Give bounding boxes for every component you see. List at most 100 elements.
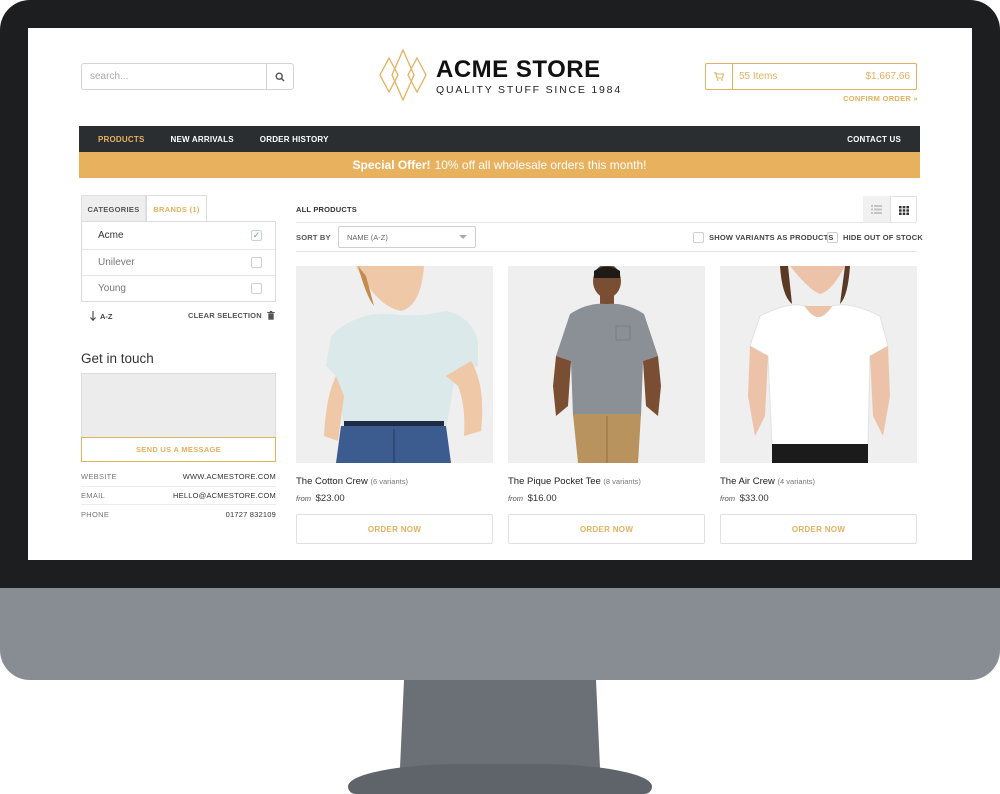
hide-out-of-stock-option[interactable]: HIDE OUT OF STOCK [827,232,923,243]
send-message-button[interactable]: SEND US A MESSAGE [81,437,276,462]
brand-list: Acme ✓ Unilever Young [81,221,276,302]
cart-total: $1,667.66 [865,71,911,82]
main-nav: PRODUCTS NEW ARRIVALS ORDER HISTORY CONT… [79,126,920,152]
search-box [81,63,294,90]
products-heading: ALL PRODUCTS [296,205,358,214]
price-prefix: from [508,494,523,503]
logo-tagline: QUALITY STUFF SINCE 1984 [436,84,622,96]
contact-row-website: WEBSITE WWW.ACMESTORE.COM [81,468,276,487]
order-now-button[interactable]: ORDER NOW [720,514,917,544]
show-variants-checkbox[interactable] [693,232,704,243]
order-now-button[interactable]: ORDER NOW [508,514,705,544]
logo-title: ACME STORE [436,56,601,83]
store-logo[interactable]: ACME STORE QUALITY STUFF SINCE 1984 [378,48,620,108]
hide-out-of-stock-label: HIDE OUT OF STOCK [843,233,923,242]
product-card: The Air Crew (4 variants) from $33.00 OR… [720,266,917,544]
product-variants: (8 variants) [603,477,641,486]
grid-view-icon [898,205,909,215]
product-image[interactable] [720,266,917,463]
air-crew-photo [720,266,917,463]
nav-item-new-arrivals[interactable]: NEW ARRIVALS [158,135,247,144]
cart-icon-box [706,64,733,89]
product-name[interactable]: The Air Crew [720,476,775,487]
contact-label: WEBSITE [81,472,117,482]
product-price: from $16.00 [508,493,705,504]
screen: ACME STORE QUALITY STUFF SINCE 1984 55 I… [28,28,972,560]
product-image[interactable] [296,266,493,463]
hide-out-of-stock-checkbox[interactable] [827,232,838,243]
contact-label: PHONE [81,509,110,519]
price-value: $23.00 [315,493,345,504]
product-name[interactable]: The Cotton Crew [296,476,368,487]
confirm-order-link[interactable]: CONFIRM ORDER » [818,94,918,103]
contact-row-phone: PHONE 01727 832109 [81,505,276,524]
cart-item-count: 55 Items [739,71,778,82]
nav-item-order-history[interactable]: ORDER HISTORY [247,135,342,144]
grid-view-button[interactable] [890,196,917,223]
special-offer-banner: Special Offer! 10% off all wholesale ord… [79,152,920,178]
cart-summary[interactable]: 55 Items $1,667.66 [705,63,917,90]
brand-label: Unilever [98,256,135,268]
list-view-icon [871,205,882,214]
diamond-logo-icon [379,48,427,102]
tab-categories[interactable]: CATEGORIES [81,195,146,222]
contact-label: EMAIL [81,490,106,500]
product-price: from $33.00 [720,493,917,504]
nav-item-contact-us[interactable]: CONTACT US [834,135,920,144]
offer-text: 10% off all wholesale orders this month! [434,158,647,172]
monitor-chin [0,588,1000,680]
contact-details: WEBSITE WWW.ACMESTORE.COM EMAIL HELLO@AC… [81,468,276,524]
nav-item-products[interactable]: PRODUCTS [79,135,158,144]
price-prefix: from [720,494,735,503]
brand-item-unilever[interactable]: Unilever [82,248,275,276]
sort-by-label: SORT BY [296,233,331,242]
brand-label: Young [98,283,126,295]
get-in-touch-heading: Get in touch [81,351,154,366]
message-textarea[interactable] [81,373,276,437]
website-link[interactable]: WWW.ACMESTORE.COM [183,472,276,481]
product-variants: (4 variants) [777,477,816,486]
search-button[interactable] [266,64,293,89]
email-link[interactable]: HELLO@ACMESTORE.COM [173,491,276,500]
sort-az-label: A-Z [100,311,113,321]
brand-item-acme[interactable]: Acme ✓ [82,222,275,249]
product-variants: (6 variants) [370,477,408,486]
sort-select-value: NAME (A-Z) [347,232,388,242]
show-variants-label: SHOW VARIANTS AS PRODUCTS [709,233,834,242]
product-card: The Cotton Crew (6 variants) from $23.00… [296,266,493,544]
product-title: The Cotton Crew (6 variants) [296,476,493,487]
sort-select[interactable]: NAME (A-Z) [338,226,476,248]
monitor-base [348,764,652,794]
brand-checkbox[interactable] [251,256,262,268]
offer-title: Special Offer! [352,158,431,172]
phone-number: 01727 832109 [225,509,276,519]
pique-pocket-tee-photo [508,266,705,463]
chevron-down-icon [459,235,467,239]
sort-az-toggle[interactable]: A-Z [90,311,113,321]
product-name[interactable]: The Pique Pocket Tee [508,476,601,487]
clear-selection-button[interactable]: CLEAR SELECTION [188,311,275,320]
contact-row-email: EMAIL HELLO@ACMESTORE.COM [81,487,276,505]
brand-checkbox[interactable] [251,283,262,295]
cotton-crew-photo [296,266,493,463]
view-toggle [863,196,917,223]
filter-tabs: CATEGORIES BRANDS (1) [81,195,275,222]
product-title: The Air Crew (4 variants) [720,476,917,487]
list-view-button[interactable] [863,196,890,223]
clear-selection-label: CLEAR SELECTION [188,311,262,320]
price-value: $33.00 [739,493,769,504]
show-variants-option[interactable]: SHOW VARIANTS AS PRODUCTS [693,232,834,243]
search-icon [275,71,285,82]
search-input[interactable] [82,64,266,89]
monitor-stand [400,680,600,768]
tab-brands[interactable]: BRANDS (1) [146,195,207,222]
price-value: $16.00 [527,493,557,504]
brand-label: Acme [98,229,124,241]
brand-checkbox-checked[interactable]: ✓ [251,229,262,241]
price-prefix: from [296,494,311,503]
brand-item-young[interactable]: Young [82,275,275,302]
product-title: The Pique Pocket Tee (8 variants) [508,476,705,487]
product-image[interactable] [508,266,705,463]
order-now-button[interactable]: ORDER NOW [296,514,493,544]
shopping-cart-icon [714,72,724,81]
